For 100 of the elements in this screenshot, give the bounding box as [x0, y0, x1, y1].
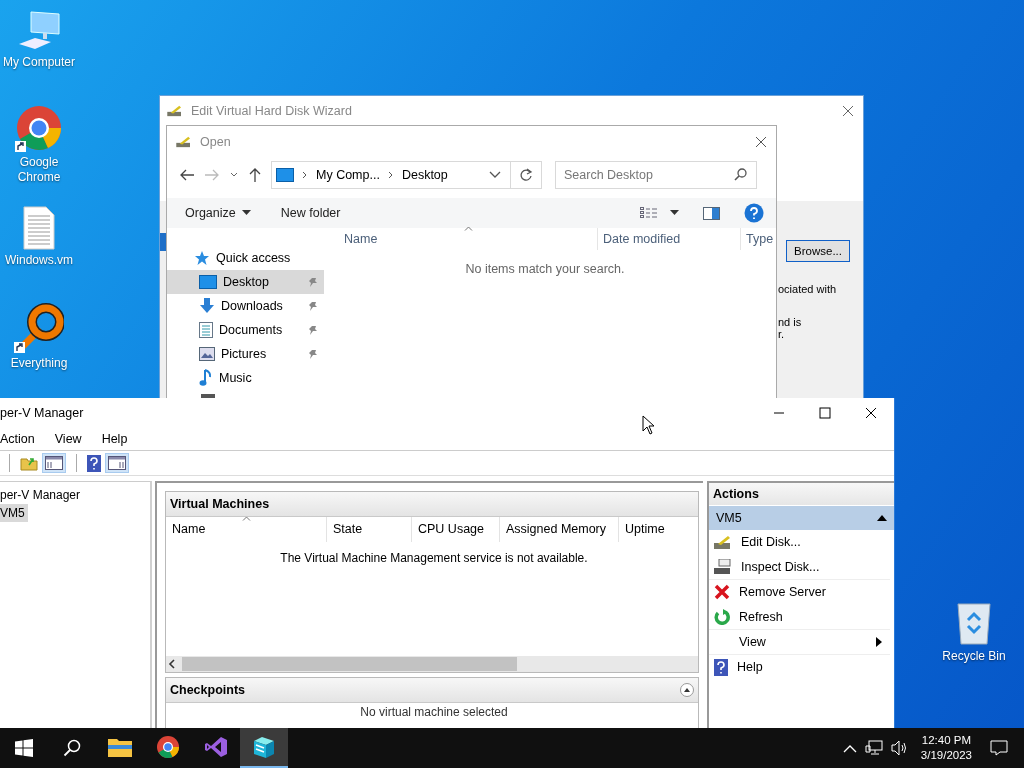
- close-icon[interactable]: [865, 407, 877, 419]
- network-icon[interactable]: [864, 740, 883, 756]
- speaker-icon[interactable]: [890, 740, 909, 756]
- window-title: per-V Manager: [0, 406, 84, 420]
- address-bar[interactable]: My Comp... Desktop: [271, 161, 511, 189]
- pane-command[interactable]: Refresh: [709, 605, 890, 630]
- disk-pencil-icon: [176, 136, 192, 148]
- disk-pencil-icon: [714, 534, 732, 550]
- status-message: No virtual machine selected: [360, 705, 508, 719]
- search-field[interactable]: Search Desktop: [555, 161, 757, 189]
- caret-icon[interactable]: [489, 171, 501, 179]
- desktop-icon: [199, 275, 217, 289]
- document-icon: [22, 206, 56, 250]
- disk-icon: [714, 559, 732, 575]
- help-icon[interactable]: [744, 203, 764, 223]
- pin-icon: [308, 348, 318, 360]
- column-header[interactable]: State: [327, 517, 412, 542]
- pin-icon: [308, 276, 318, 288]
- status-message: The Virtual Machine Management service is not available.: [280, 551, 588, 565]
- notifications-icon[interactable]: [990, 740, 1008, 756]
- empty-message: No items match your search.: [465, 262, 625, 276]
- panel-title: Checkpoints: [170, 683, 245, 697]
- maximize-icon[interactable]: [819, 407, 831, 419]
- chevron-icon: [301, 170, 309, 180]
- panel-title: Actions: [713, 487, 759, 501]
- refresh-button[interactable]: [511, 161, 542, 189]
- recycle-bin-icon: [954, 600, 994, 646]
- back-arrow-icon[interactable]: [179, 168, 195, 182]
- caret-icon: [241, 210, 251, 216]
- navigation-item[interactable]: Documents: [167, 318, 324, 342]
- menu-item[interactable]: Action: [0, 432, 35, 446]
- menu-item[interactable]: View: [54, 432, 82, 446]
- column-header[interactable]: Type: [741, 228, 774, 250]
- collapse-caret-icon: [877, 515, 887, 521]
- pin-icon: [308, 300, 318, 312]
- navigation-item[interactable]: Pictures: [167, 342, 324, 366]
- preview-pane-icon[interactable]: [703, 206, 720, 220]
- dialog-title: Open: [200, 135, 231, 149]
- pane-command[interactable]: Remove Server: [709, 580, 890, 605]
- tree-item[interactable]: VM5: [0, 504, 28, 522]
- pane-command[interactable]: Inspect Disk...: [709, 555, 890, 580]
- desktop-icon-label[interactable]: Recycle Bin: [942, 649, 1006, 664]
- clock[interactable]: 12:40 PM 3/19/2023: [920, 733, 972, 763]
- server-icon: [252, 735, 276, 759]
- description-text: nd is: [778, 316, 802, 328]
- column-header[interactable]: Assigned Memory: [500, 517, 619, 542]
- navigation-item[interactable]: Music: [167, 366, 324, 390]
- folder-icon: [108, 737, 132, 757]
- help-icon[interactable]: [87, 454, 101, 472]
- view-options-icon[interactable]: [640, 207, 658, 219]
- search-icon: [63, 739, 81, 757]
- tree-item[interactable]: per-V Manager: [0, 486, 84, 504]
- refresh-icon: [714, 609, 730, 625]
- computer-icon: [276, 168, 294, 182]
- chevron-icon: [386, 170, 395, 180]
- navigation-item[interactable]: Downloads: [167, 294, 324, 318]
- show-actions-button[interactable]: [105, 453, 129, 473]
- column-header[interactable]: CPU Usage: [412, 517, 500, 542]
- caret-icon[interactable]: [670, 210, 679, 216]
- infinity-icon: [204, 735, 228, 759]
- browse-button[interactable]: Browse...: [786, 240, 850, 262]
- folder-up-icon[interactable]: [20, 455, 38, 471]
- pane-command[interactable]: Help: [709, 655, 890, 680]
- navigation-item[interactable]: Quick access: [167, 246, 324, 270]
- up-arrow-icon[interactable]: [248, 167, 262, 183]
- pictures-icon: [199, 347, 215, 361]
- column-header[interactable]: Uptime: [619, 517, 665, 542]
- show-tree-button[interactable]: [42, 453, 66, 473]
- close-icon[interactable]: [755, 136, 767, 148]
- step-indicator: [160, 233, 166, 251]
- collapse-icon[interactable]: [680, 683, 694, 697]
- remove-icon: [714, 584, 730, 600]
- document-icon: [199, 322, 213, 338]
- search-icon: [734, 168, 747, 181]
- column-header[interactable]: Name: [324, 228, 598, 250]
- disk-pencil-icon: [167, 105, 183, 117]
- navigation-item[interactable]: Desktop: [167, 270, 324, 294]
- computer-icon: [17, 8, 61, 52]
- help-icon: [714, 658, 728, 676]
- pane-command[interactable]: View: [709, 630, 890, 655]
- column-header[interactable]: Name: [166, 517, 327, 542]
- breadcrumb-item[interactable]: Desktop: [401, 168, 448, 182]
- chrome-icon: [156, 735, 180, 759]
- action-group-header[interactable]: VM5: [709, 505, 894, 530]
- horizontal-scrollbar[interactable]: [166, 656, 698, 672]
- cursor-icon: [642, 415, 656, 435]
- pin-icon: [308, 324, 318, 336]
- window-title: Edit Virtual Hard Disk Wizard: [191, 104, 352, 118]
- submenu-arrow-icon: [876, 637, 882, 647]
- sort-caret-icon: [242, 516, 251, 521]
- taskbar-app-button[interactable]: [240, 728, 288, 768]
- music-note-icon: [199, 369, 213, 387]
- column-header[interactable]: Date modified: [598, 228, 741, 250]
- menu-item[interactable]: Help: [101, 432, 128, 446]
- breadcrumb-item[interactable]: My Comp...: [316, 168, 380, 182]
- description-text: r.: [778, 328, 785, 340]
- new-folder-button[interactable]: New folder: [274, 204, 347, 222]
- panel-icon: [108, 456, 126, 470]
- organize-button[interactable]: Organize: [179, 204, 257, 222]
- pane-command[interactable]: Edit Disk...: [709, 530, 890, 555]
